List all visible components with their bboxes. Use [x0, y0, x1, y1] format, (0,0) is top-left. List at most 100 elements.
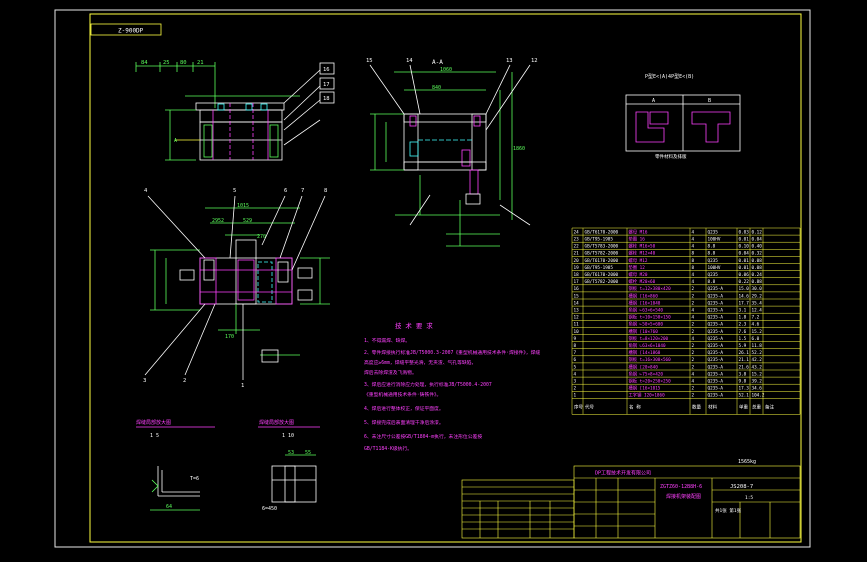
bom-cell-unit-weight: 0.06 — [739, 272, 750, 278]
bom-row: 24 GB/T6170-2000 螺母 M16 4 Q235 0.03 0.12 — [572, 227, 800, 235]
bom-cell-material: Q235-A — [708, 322, 724, 328]
label-A-left: A — [174, 138, 177, 144]
bom-table: 24 GB/T6170-2000 螺母 M16 4 Q235 0.03 0.1223 GB/T… — [571, 227, 801, 415]
bom-row: 19 GB/T95-1985 垫圈 12 8 100HV 0.01 0.08 — [572, 263, 800, 271]
bom-cell-no: 1 — [574, 393, 577, 399]
bom-cell-material: 8.8 — [708, 251, 716, 257]
bom-cell-no: 17 — [574, 279, 580, 285]
dim-64: 64 — [166, 504, 172, 510]
bom-cell-material: Q235-A — [708, 315, 724, 321]
bom-cell-name: 钢板 t=12×380×420 — [629, 285, 672, 292]
bom-cell-name: 钢板 t=10×150×150 — [629, 314, 672, 321]
bom-cell-no: 16 — [574, 286, 580, 292]
bom-row: 17 GB/T5782-2000 螺栓 M20×60 4 8.8 0.22 0.88 — [572, 277, 800, 285]
detail-caption: 零件材料及排版 — [655, 153, 687, 160]
bom-cell-total-weight: 39.2 — [752, 379, 763, 385]
cad-drawing-canvas: Z-900DP 84 25 80 21 A 16 17 18 A-A 1060 … — [54, 9, 811, 548]
bom-cell-total-weight: 15.2 — [752, 371, 763, 377]
bom-cell-total-weight: 43.2 — [752, 364, 763, 370]
bom-cell-material: Q235-A — [708, 329, 724, 335]
title-sheet: 共1张 第1张 — [715, 507, 742, 514]
bom-header-name: 名 称 — [629, 403, 641, 410]
dim-plan-170: 170 — [225, 334, 234, 340]
bom-cell-qty: 4 — [692, 379, 695, 385]
bom-cell-qty: 4 — [692, 244, 695, 250]
bom-cell-total-weight: 15.2 — [752, 329, 763, 335]
bom-row: 5 槽钢 [20×840 2 Q235-A 21.6 43.2 — [572, 362, 800, 370]
bom-cell-name: 槽钢 [10×760 — [629, 328, 659, 335]
bom-cell-total-weight: 0.04 — [752, 237, 763, 243]
note-8: 6、未注尺寸公差按GB/T1804-m执行，未注形位公差按 — [364, 433, 482, 440]
bom-cell-name: 槽钢 [16×1040 — [629, 299, 661, 306]
bom-cell-qty: 4 — [692, 371, 695, 377]
section-label: A-A — [432, 59, 443, 66]
bom-cell-qty: 4 — [692, 279, 695, 285]
note-5: 《重型机械通用技术条件·铸铁件》。 — [364, 391, 441, 398]
bom-cell-material: Q235-A — [708, 393, 724, 399]
bom-cell-total-weight: 6.0 — [752, 336, 760, 342]
bom-cell-name: 槽钢 [16×1015 — [629, 385, 661, 392]
bom-row: 13 角钢 ∟63×6×540 4 Q235-A 3.1 12.4 — [572, 305, 800, 314]
bom-cell-unit-weight: 3.1 — [739, 308, 747, 314]
bom-cell-total-weight: 0.88 — [752, 279, 763, 285]
bom-cell-qty: 2 — [692, 343, 695, 349]
bom-cell-code: GB/T5783-2000 — [585, 244, 619, 250]
bom-header-material: 材料 — [708, 403, 717, 410]
view-label-1-scale: 1 5 — [150, 433, 159, 439]
bom-cell-unit-weight: 0.04 — [739, 251, 750, 257]
bom-cell-unit-weight: 26.1 — [739, 350, 750, 356]
bom-cell-qty: 2 — [692, 300, 695, 306]
bom-cell-unit-weight: 0.01 — [739, 237, 750, 243]
note-1: 2、零件焊接执行标准JB/T5000.3-2007《重型机械通用技术条件·焊接件… — [364, 349, 540, 356]
bom-row: 2 槽钢 [16×1015 2 Q235-A 17.3 34.6 — [572, 383, 800, 392]
title-scale: 1:5 — [745, 495, 753, 501]
bom-cell-unit-weight: 1.5 — [739, 336, 747, 342]
bom-cell-material: Q235-A — [708, 286, 724, 292]
bom-cell-unit-weight: 0.22 — [739, 279, 750, 285]
bom-cell-material: 8.8 — [708, 279, 716, 285]
balloon-6: 6 — [284, 188, 287, 194]
bom-cell-no: 20 — [574, 258, 580, 264]
bom-cell-qty: 2 — [692, 357, 695, 363]
bom-cell-name: 螺栓 M12×40 — [629, 250, 656, 257]
bom-cell-total-weight: 0.12 — [752, 229, 763, 235]
bom-row: 3 钢板 t=20×250×250 4 Q235-A 9.8 39.2 — [572, 376, 800, 385]
bom-row: 18 GB/T6170-2000 螺母 M20 4 Q235 0.06 0.24 — [572, 270, 800, 278]
bom-cell-material: 100HV — [708, 265, 721, 271]
bom-cell-total-weight: 0.40 — [752, 244, 763, 250]
balloon-1: 1 — [241, 383, 244, 389]
bom-cell-qty: 2 — [692, 322, 695, 328]
bom-cell-qty: 2 — [692, 286, 695, 292]
bom-cell-total-weight: 0.32 — [752, 251, 763, 257]
dim-t6: T=6 — [190, 476, 199, 482]
bom-cell-no: 4 — [574, 371, 577, 377]
bom-cell-name: 钢板 t=20×250×250 — [629, 378, 672, 385]
bom-cell-qty: 2 — [692, 293, 695, 299]
bom-cell-code: GB/T6170-2000 — [585, 258, 619, 264]
bom-cell-material: Q235-A — [708, 343, 724, 349]
title-block — [573, 465, 801, 539]
balloon-3: 3 — [143, 378, 146, 384]
bom-row: 12 钢板 t=10×150×150 4 Q235-A 1.8 7.2 — [572, 312, 800, 321]
front-elevation-view: 84 25 80 21 A 16 17 18 — [135, 60, 335, 161]
bom-cell-unit-weight: 1.8 — [739, 315, 747, 321]
bom-cell-total-weight: 0.24 — [752, 272, 763, 278]
bom-header-qty: 数量 — [692, 403, 701, 410]
bom-cell-no: 6 — [574, 357, 577, 363]
balloon-4: 4 — [144, 188, 148, 194]
dim-53: 53 — [288, 450, 294, 456]
note-6: 4、焊后进行整体校正，保证平面度。 — [364, 405, 444, 412]
bom-row: 16 钢板 t=12×380×420 2 Q235-A 15.0 30.0 — [572, 284, 800, 292]
bom-cell-unit-weight: 2.3 — [739, 322, 747, 328]
bom-cell-unit-weight: 17.3 — [739, 386, 750, 392]
bom-cell-material: Q235-A — [708, 357, 724, 363]
dim-top-2: 80 — [180, 60, 187, 66]
title-name: ZGTZ60-12B8H-6 — [660, 484, 702, 490]
bom-cell-material: 100HV — [708, 237, 721, 243]
bom-cell-name: 钢板 t=16×300×560 — [629, 356, 672, 363]
bom-cell-qty: 2 — [692, 364, 695, 370]
bom-row: 9 钢板 t=8×120×200 4 Q235-A 1.5 6.0 — [572, 334, 800, 342]
bom-row: 14 槽钢 [16×1040 2 Q235-A 17.7 35.4 — [572, 298, 800, 306]
code-box-text: Z-900DP — [118, 28, 144, 35]
bom-row: 1 工字钢 I20×1860 2 Q235-A 52.1 104.2 — [572, 391, 800, 399]
